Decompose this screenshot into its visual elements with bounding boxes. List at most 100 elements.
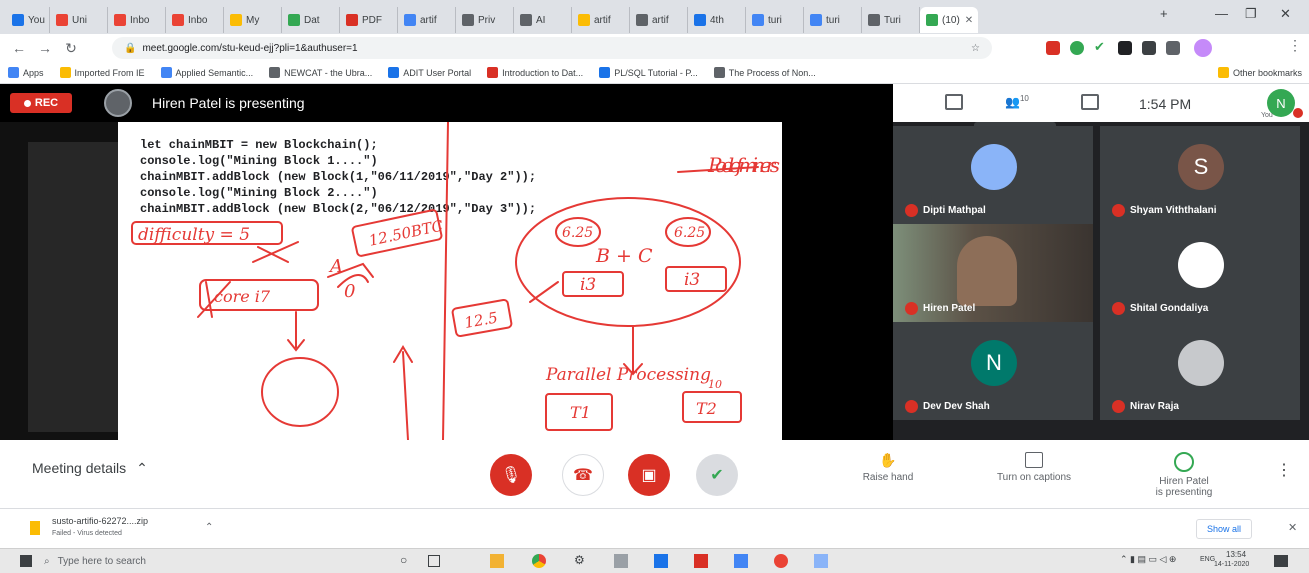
bookmark-icon	[160, 67, 172, 78]
tab-label: Inbo	[188, 14, 208, 26]
url-input[interactable]: 🔒 meet.google.com/stu-keud-ejj?pli=1&aut…	[112, 37, 992, 59]
chat-icon[interactable]	[1081, 94, 1099, 110]
browser-tab[interactable]: PDF	[340, 7, 398, 33]
browser-tab[interactable]: 4th	[688, 7, 746, 33]
bookmark-item[interactable]: NEWCAT - the Ubra...	[261, 67, 380, 78]
check-extension-icon[interactable]: ✔	[1094, 39, 1108, 54]
extension-pdf-icon[interactable]	[1046, 41, 1060, 55]
taskbar-time[interactable]: 13:54	[1226, 550, 1246, 559]
task-view-icon[interactable]	[428, 555, 440, 567]
file-explorer-icon[interactable]	[490, 554, 504, 568]
browser-tab[interactable]: Dat	[282, 7, 340, 33]
t1-label: T1	[570, 403, 591, 422]
camera-off-button[interactable]: ▣	[628, 454, 670, 496]
presenting-button[interactable]: Hiren Patel is presenting	[1134, 452, 1234, 498]
tab-label: (10)	[942, 14, 960, 26]
tab-favicon-icon	[114, 14, 126, 26]
participant-tile[interactable]: Nirav Raja	[1100, 322, 1300, 420]
participant-tile[interactable]: Shital Gondaliya	[1100, 224, 1300, 322]
new-tab-button[interactable]: +	[1160, 6, 1168, 21]
maximize-icon[interactable]: ❐	[1245, 6, 1257, 22]
captions-button[interactable]: Turn on captions	[984, 452, 1084, 483]
browser-tab[interactable]: turi	[746, 7, 804, 33]
reload-icon[interactable]: ↻	[58, 40, 84, 57]
browser-tab[interactable]: turi	[804, 7, 862, 33]
other-bookmarks[interactable]: Other bookmarks	[1210, 67, 1309, 78]
mic-off-button[interactable]: 🎙	[490, 454, 532, 496]
meeting-details-button[interactable]: Meeting details ⌃	[32, 460, 148, 477]
forward-icon[interactable]: →	[32, 40, 58, 56]
extension-puzzle-icon[interactable]	[1142, 41, 1156, 55]
photos-icon[interactable]	[734, 554, 748, 568]
browser-tab[interactable]: Uni	[50, 7, 108, 33]
extension-grid-icon[interactable]	[1118, 41, 1132, 55]
mic-muted-icon	[1112, 400, 1125, 413]
close-window-icon[interactable]: ✕	[1280, 6, 1291, 22]
app-icon-2[interactable]	[814, 554, 828, 568]
bookmark-icon	[8, 67, 19, 78]
tab-label: Uni	[72, 14, 88, 26]
language-indicator[interactable]: ENG	[1200, 556, 1215, 563]
browser-tab[interactable]: (10) ✕	[920, 7, 978, 33]
more-options-icon[interactable]: ⋮	[1276, 460, 1292, 480]
profile-avatar[interactable]	[1194, 39, 1212, 57]
bookmark-item[interactable]: Applied Semantic...	[153, 67, 262, 78]
browser-tab[interactable]: artif	[398, 7, 456, 33]
powerpoint-icon[interactable]	[774, 554, 788, 568]
leave-call-button[interactable]: ☎	[562, 454, 604, 496]
tab-label: artif	[652, 14, 669, 26]
settings-gear-icon[interactable]: ⚙	[574, 553, 585, 567]
participant-tile[interactable]: Dipti Mathpal	[893, 126, 1093, 224]
taskbar-date[interactable]: 14-11-2020	[1214, 561, 1249, 568]
minimize-icon[interactable]: —	[1215, 6, 1228, 21]
word-icon[interactable]	[654, 554, 668, 568]
browser-tab[interactable]: AI	[514, 7, 572, 33]
close-tab-icon[interactable]: ✕	[965, 15, 973, 26]
tab-label: Turi	[884, 14, 901, 26]
app-icon-1[interactable]	[614, 554, 628, 568]
bookmarks-bar: Apps Imported From IE Applied Semantic... N…	[0, 62, 1309, 84]
cortana-icon[interactable]: ○	[400, 553, 407, 567]
close-shelf-icon[interactable]: ✕	[1288, 521, 1297, 534]
bookmark-item[interactable]: Apps	[0, 67, 52, 78]
extension-icon[interactable]	[1166, 41, 1180, 55]
mic-muted-icon	[905, 400, 918, 413]
bookmark-item[interactable]: ADIT User Portal	[380, 67, 479, 78]
layout-icon[interactable]	[945, 94, 963, 110]
bookmark-item[interactable]: Imported From IE	[52, 67, 153, 78]
present-status-button[interactable]: ✔	[696, 454, 738, 496]
bookmark-item[interactable]: The Process of Non...	[706, 67, 824, 78]
notifications-icon[interactable]	[1274, 555, 1288, 567]
participant-name: Dev Dev Shah	[923, 401, 990, 412]
mic-off-icon: 🎙	[500, 467, 522, 484]
bookmark-item[interactable]: PL/SQL Tutorial - P...	[591, 67, 706, 78]
browser-tab[interactable]: artif	[630, 7, 688, 33]
browser-tab[interactable]: Inbo	[166, 7, 224, 33]
bookmark-item[interactable]: Introduction to Dat...	[479, 67, 591, 78]
extension-green-icon[interactable]	[1070, 41, 1084, 55]
browser-tab[interactable]: My	[224, 7, 282, 33]
browser-tab[interactable]: Priv	[456, 7, 514, 33]
participant-tile[interactable]: S Shyam Viththalani	[1100, 126, 1300, 224]
windows-start-icon[interactable]	[20, 555, 32, 567]
chrome-icon[interactable]	[532, 554, 546, 568]
tab-favicon-icon	[230, 14, 242, 26]
download-chevron-icon[interactable]: ⌃	[205, 522, 213, 533]
browser-tab[interactable]: artif	[572, 7, 630, 33]
browser-tab[interactable]: Inbo	[108, 7, 166, 33]
back-icon[interactable]: ←	[6, 40, 32, 56]
tab-favicon-icon	[520, 14, 532, 26]
download-filename[interactable]: susto-artifio-62272....zip	[52, 516, 148, 526]
star-icon[interactable]: ☆	[971, 43, 980, 54]
tray-icons[interactable]: ⌃ ▮ ▤ ▭ ◁ ⊕	[1120, 554, 1176, 565]
browser-tab[interactable]: Turi	[862, 7, 920, 33]
browser-tab[interactable]: You	[6, 7, 50, 33]
people-button[interactable]: 👥10	[1005, 94, 1029, 109]
show-all-button[interactable]: Show all	[1196, 519, 1252, 539]
participant-tile[interactable]: Hiren Patel	[893, 224, 1093, 322]
participant-tile[interactable]: N Dev Dev Shah	[893, 322, 1093, 420]
acrobat-icon[interactable]	[694, 554, 708, 568]
taskbar-search[interactable]: ⌕ Type here to search	[44, 552, 344, 570]
raise-hand-button[interactable]: ✋ Raise hand	[838, 452, 938, 483]
menu-icon[interactable]: ⋮	[1288, 37, 1302, 53]
